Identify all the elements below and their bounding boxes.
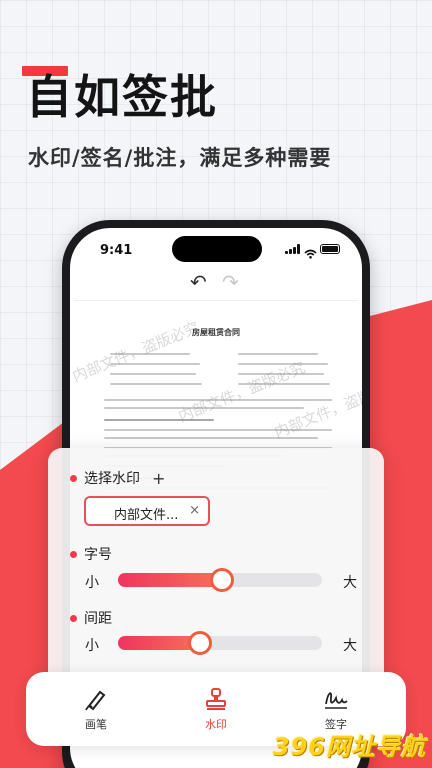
battery-icon	[320, 244, 340, 254]
spacing-slider[interactable]	[118, 631, 322, 655]
status-icons	[285, 244, 340, 259]
tool-signature[interactable]: 签字	[296, 686, 376, 732]
font-size-slider-fill	[118, 573, 223, 587]
spacing-max-label: 大	[343, 638, 357, 654]
font-size-max-label: 大	[343, 575, 357, 591]
select-watermark-label: 选择水印	[84, 471, 140, 487]
dynamic-island	[172, 236, 262, 262]
section-dot	[70, 475, 77, 482]
close-icon[interactable]: ×	[189, 503, 200, 518]
stamp-icon	[176, 686, 256, 712]
tool-watermark-label: 水印	[205, 718, 227, 731]
watermark-chip-text: 内部文件...	[114, 508, 179, 523]
add-watermark-button[interactable]: +	[152, 470, 165, 488]
section-dot	[70, 551, 77, 558]
font-size-slider-handle[interactable]	[210, 568, 235, 592]
document-title: 房屋租赁合同	[192, 328, 240, 337]
undo-icon[interactable]: ↶	[190, 272, 207, 292]
hero-title: 自如签批	[26, 70, 218, 124]
pen-icon	[56, 686, 136, 712]
signature-icon	[296, 686, 376, 712]
watermark-settings-panel: 选择水印 + 内部文件... × 字号 小 大 间距 小 大	[48, 448, 384, 702]
watermark-chip[interactable]: 内部文件... ×	[84, 496, 210, 526]
signal-icon	[285, 244, 300, 254]
spacing-min-label: 小	[85, 638, 99, 654]
section-dot	[70, 615, 77, 622]
spacing-slider-handle[interactable]	[187, 631, 212, 655]
font-size-min-label: 小	[85, 575, 99, 591]
tool-pen-label: 画笔	[85, 718, 107, 731]
site-watermark-logo: 396网址导航	[272, 733, 426, 761]
screen-root: { "hero": {"title": "自如签批", "subtitle": …	[0, 0, 432, 768]
spacing-label: 间距	[84, 611, 112, 627]
redo-icon[interactable]: ↷	[222, 272, 239, 292]
doc-text-line	[110, 373, 196, 375]
hero-subtitle: 水印/签名/批注，满足多种需要	[28, 146, 332, 170]
doc-text-line	[238, 353, 318, 355]
font-size-slider[interactable]	[118, 568, 322, 592]
doc-text-line	[110, 383, 202, 385]
wifi-icon	[304, 244, 317, 259]
font-size-label: 字号	[84, 547, 112, 563]
tool-pen[interactable]: 画笔	[56, 686, 136, 732]
status-time: 9:41	[100, 243, 133, 258]
tool-watermark[interactable]: 水印	[176, 686, 256, 732]
